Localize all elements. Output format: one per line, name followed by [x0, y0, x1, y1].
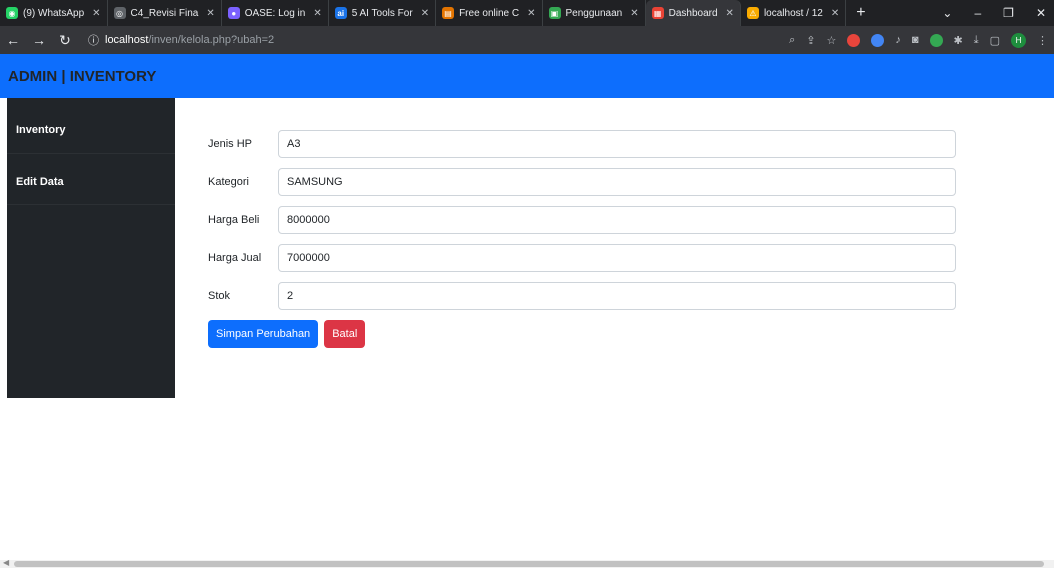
tab-label: OASE: Log in: [244, 7, 306, 19]
puzzle-icon[interactable]: ✱: [954, 34, 963, 47]
ai-icon: ai: [334, 7, 347, 19]
sidebar: Inventory Edit Data: [7, 98, 175, 398]
harga-beli-input[interactable]: [278, 206, 956, 234]
scroll-left-icon[interactable]: ◀: [3, 558, 9, 567]
window-controls: ⌄ – ❐ ✕: [942, 6, 1054, 20]
extension-icon[interactable]: [847, 33, 861, 47]
sidebar-item-label: Inventory: [16, 124, 66, 136]
jenis-hp-input[interactable]: [278, 130, 956, 158]
tab-label: localhost / 12: [763, 7, 823, 19]
scrollbar-thumb[interactable]: [14, 561, 1044, 567]
restore-icon[interactable]: ❐: [1003, 6, 1014, 20]
tab-label: 5 AI Tools For: [351, 7, 413, 19]
share-icon[interactable]: ⇪: [806, 34, 815, 47]
kategori-label: Kategori: [208, 176, 249, 188]
forward-icon[interactable]: →: [32, 32, 46, 48]
new-tab-button[interactable]: +: [846, 4, 875, 22]
oase-icon: ●: [227, 7, 240, 19]
camera-icon[interactable]: ◙: [912, 34, 919, 46]
tab-label: C4_Revisi Fina: [130, 7, 199, 19]
tab-search-icon[interactable]: ⌄: [942, 6, 952, 20]
reload-icon[interactable]: ↻: [58, 32, 72, 49]
minimize-icon[interactable]: –: [974, 6, 981, 20]
tab-whatsapp[interactable]: ◉ (9) WhatsApp ✕: [0, 0, 108, 26]
chrome-icon: ◎: [113, 7, 126, 19]
close-icon[interactable]: ✕: [630, 8, 638, 19]
phpmyadmin-icon: ⚠: [746, 7, 759, 19]
tab-label: Penggunaan: [565, 7, 623, 19]
extension-icon[interactable]: [871, 33, 885, 47]
tab-label: Free online C: [459, 7, 520, 19]
tab-c4-revisi[interactable]: ◎ C4_Revisi Fina ✕: [108, 0, 222, 26]
audio-icon[interactable]: ♪: [895, 34, 901, 46]
jenis-hp-label: Jenis HP: [208, 138, 253, 150]
close-icon[interactable]: ✕: [527, 8, 535, 19]
url-path: /inven/kelola.php?ubah=2: [148, 34, 275, 46]
horizontal-scrollbar[interactable]: ◀: [0, 558, 1054, 568]
download-icon[interactable]: ⤓: [974, 34, 979, 47]
top-navbar: ADMIN | INVENTORY: [0, 54, 1054, 98]
form-row-kategori: Kategori: [208, 168, 956, 196]
info-icon[interactable]: ⓘ: [88, 32, 99, 48]
close-icon[interactable]: ✕: [726, 8, 734, 19]
side-panel-icon[interactable]: ▢: [990, 34, 1000, 47]
stok-label: Stok: [208, 290, 231, 302]
tab-localhost[interactable]: ⚠ localhost / 12 ✕: [741, 0, 847, 26]
form-actions: Simpan Perubahan Batal: [208, 320, 956, 348]
extensions-bar: ⌕ ⇪ ☆ ♪ ◙ ✱ ⤓ ▢ H ⋮: [789, 32, 1048, 48]
ocr-icon: ▤: [442, 7, 455, 19]
close-icon[interactable]: ✕: [421, 8, 429, 19]
harga-beli-label: Harga Beli: [208, 214, 260, 226]
url-field[interactable]: ⓘ localhost/inven/kelola.php?ubah=2: [84, 29, 274, 51]
menu-icon[interactable]: ⋮: [1037, 34, 1048, 47]
harga-jual-input[interactable]: [278, 244, 956, 272]
tab-oase[interactable]: ● OASE: Log in ✕: [222, 0, 329, 26]
tab-free-online[interactable]: ▤ Free online C ✕: [436, 0, 543, 26]
close-icon[interactable]: ✕: [831, 8, 839, 19]
form-row-harga-jual: Harga Jual: [208, 244, 956, 272]
tab-penggunaan[interactable]: ▣ Penggunaan ✕: [543, 0, 646, 26]
save-changes-button[interactable]: Simpan Perubahan: [208, 320, 319, 348]
sidebar-item-label: Edit Data: [16, 176, 64, 188]
form-row-jenis-hp: Jenis HP: [208, 130, 956, 158]
close-window-icon[interactable]: ✕: [1036, 6, 1046, 20]
zoom-icon[interactable]: ⌕: [789, 34, 795, 47]
form-row-harga-beli: Harga Beli: [208, 206, 956, 234]
tab-label: Dashboard: [668, 7, 718, 19]
bookmark-star-icon[interactable]: ☆: [826, 34, 836, 47]
edit-form: Jenis HP Kategori Harga Beli Harga Jual …: [208, 130, 956, 348]
whatsapp-icon: ◉: [6, 7, 18, 19]
profile-avatar[interactable]: H: [1011, 32, 1026, 48]
address-bar: ← → ↻ ⓘ localhost/inven/kelola.php?ubah=…: [0, 26, 1054, 54]
dashboard-icon: ▦: [651, 7, 664, 19]
doc-icon: ▣: [548, 7, 561, 19]
stok-input[interactable]: [278, 282, 956, 310]
close-icon[interactable]: ✕: [92, 8, 100, 19]
harga-jual-label: Harga Jual: [208, 252, 262, 264]
url-host: localhost: [105, 34, 149, 46]
back-icon[interactable]: ←: [6, 32, 20, 48]
tab-dashboard[interactable]: ▦ Dashboard ✕: [645, 0, 741, 26]
browser-tab-bar: ◉ (9) WhatsApp ✕ ◎ C4_Revisi Fina ✕ ● OA…: [0, 0, 1054, 26]
sidebar-item-inventory[interactable]: Inventory: [7, 98, 175, 154]
close-icon[interactable]: ✕: [313, 8, 321, 19]
form-row-stok: Stok: [208, 282, 956, 310]
close-icon[interactable]: ✕: [206, 8, 214, 19]
sidebar-item-edit-data[interactable]: Edit Data: [7, 154, 175, 205]
kategori-input[interactable]: [278, 168, 956, 196]
extension-icon[interactable]: [929, 33, 943, 47]
brand-title[interactable]: ADMIN | INVENTORY: [8, 68, 156, 85]
cancel-button[interactable]: Batal: [324, 320, 366, 348]
tab-ai-tools[interactable]: ai 5 AI Tools For ✕: [329, 0, 437, 26]
tab-label: (9) WhatsApp: [23, 7, 85, 19]
